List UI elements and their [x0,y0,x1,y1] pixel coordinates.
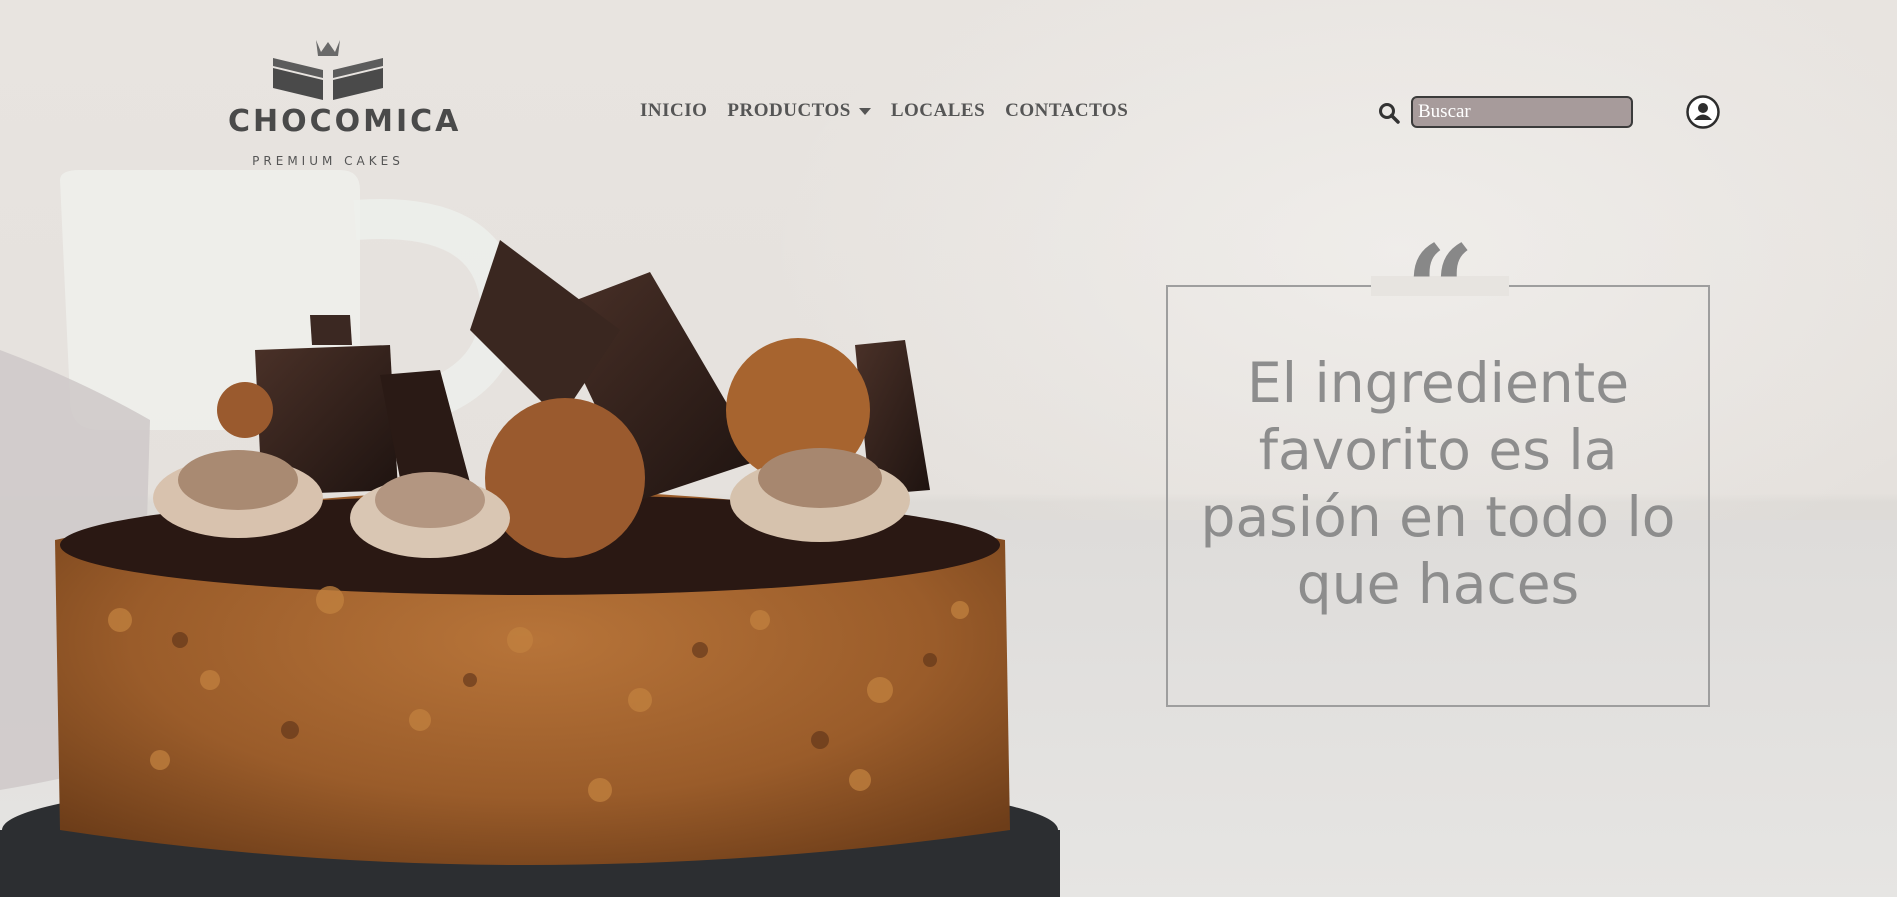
nav-item-productos[interactable]: PRODUCTOS [727,100,871,122]
user-circle-icon[interactable] [1686,95,1720,129]
hero-quote: El ingrediente favorito es la pasión en … [1200,351,1676,616]
quote-mark-icon: “ [1405,219,1475,360]
nav-item-contactos[interactable]: CONTACTOS [1005,100,1128,122]
nav-item-inicio[interactable]: INICIO [640,100,707,122]
search-icon[interactable] [1378,102,1400,124]
main-nav: INICIO PRODUCTOS LOCALES CONTACTOS [640,100,1128,122]
nav-item-locales[interactable]: LOCALES [891,100,985,122]
brand-name: CHOCOMICA [228,104,462,139]
search-input[interactable] [1411,96,1633,128]
cake-slices-icon [273,40,383,100]
brand-logo[interactable]: CHOCOMICA PREMIUM CAKES [228,30,462,200]
chevron-down-icon [858,107,871,115]
brand-tagline: PREMIUM CAKES [252,154,404,168]
